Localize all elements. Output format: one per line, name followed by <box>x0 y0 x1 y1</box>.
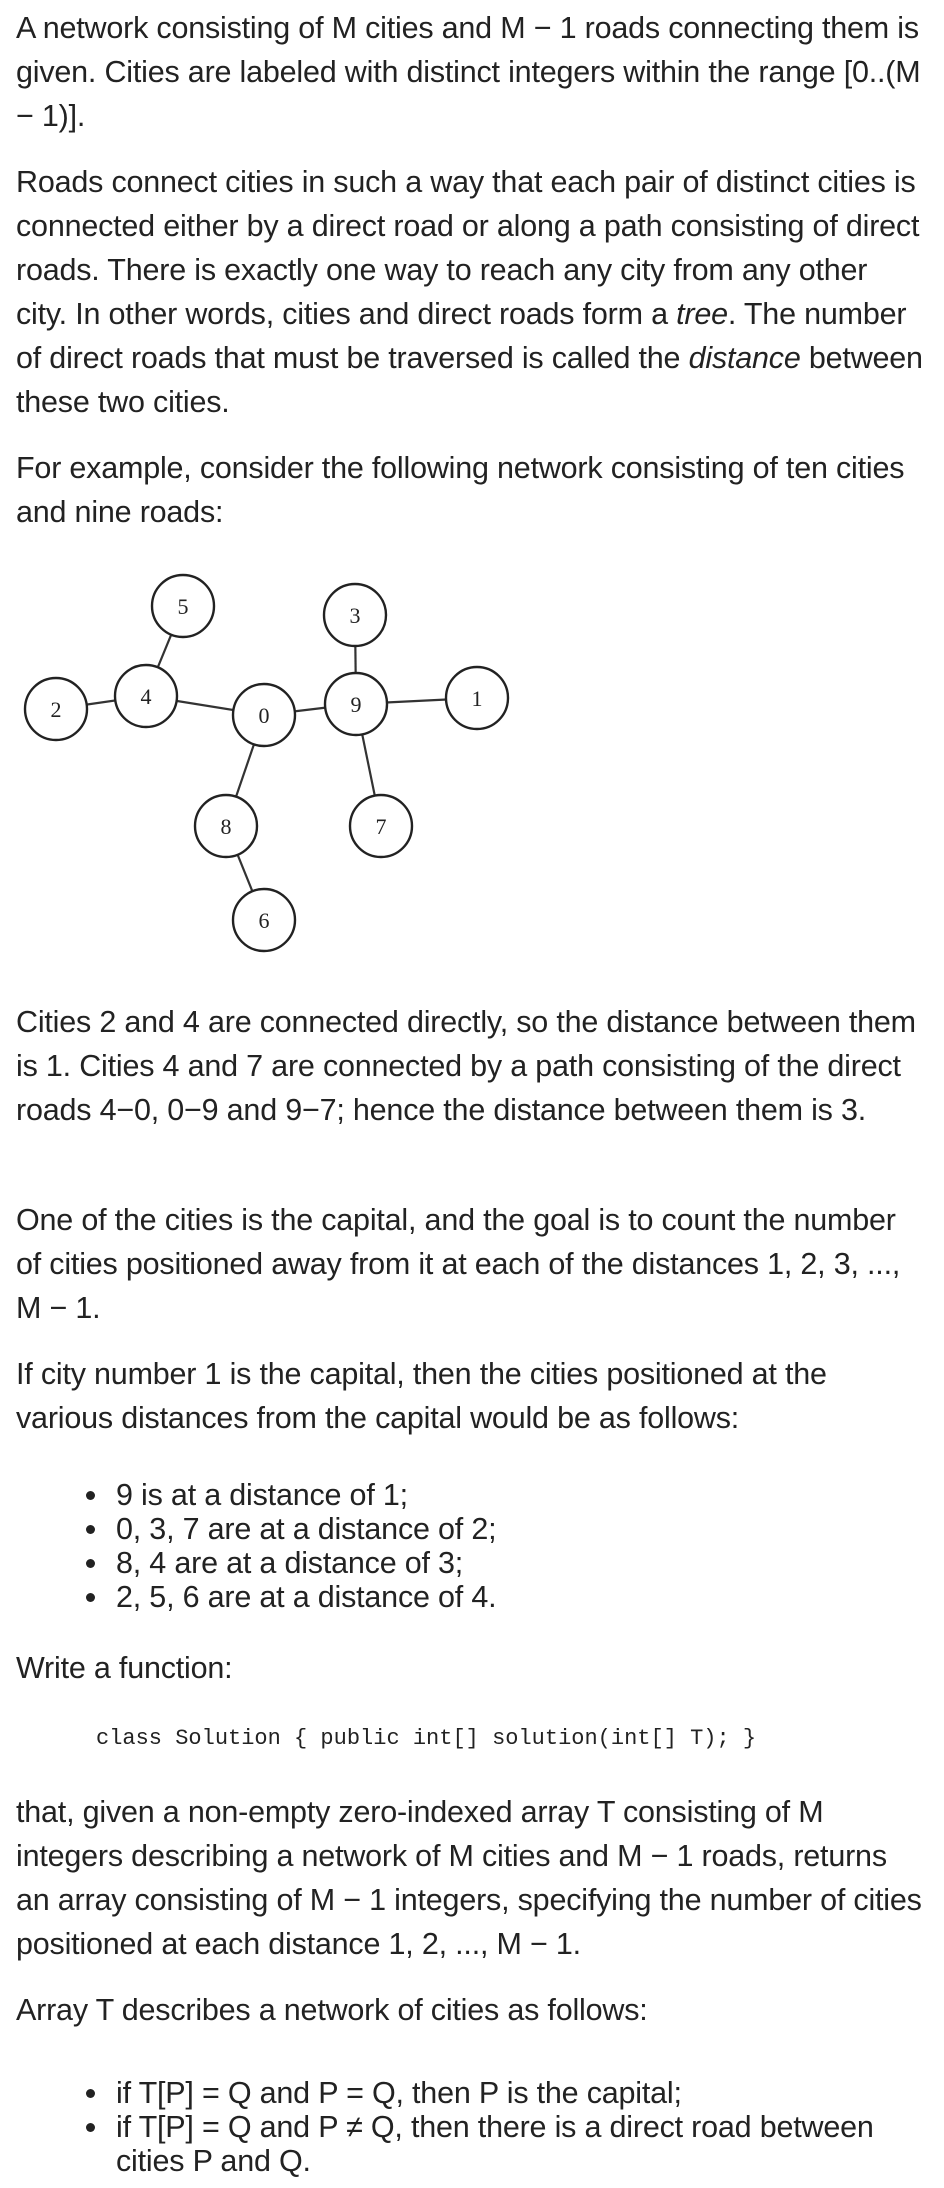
svg-text:2: 2 <box>51 697 62 722</box>
city-node-6: 6 <box>231 887 297 953</box>
svg-text:9: 9 <box>351 692 362 717</box>
list-item: 2, 5, 6 are at a distance of 4. <box>86 1580 916 1614</box>
city-node-9: 9 <box>323 671 389 737</box>
tree-edges <box>55 605 478 921</box>
term-distance: distance <box>688 341 801 375</box>
write-function-paragraph: Write a function: <box>16 1651 233 1685</box>
city-node-1: 1 <box>444 665 510 731</box>
function-signature-code: class Solution { public int[] solution(i… <box>96 1726 757 1751</box>
svg-text:5: 5 <box>178 594 189 619</box>
term-tree: tree <box>676 297 728 331</box>
city-node-8: 8 <box>193 793 259 859</box>
intro-paragraph: A network consisting of M cities and M −… <box>16 11 921 133</box>
list-item: if T[P] = Q and P = Q, then P is the cap… <box>86 2076 916 2110</box>
list-item: 0, 3, 7 are at a distance of 2; <box>86 1512 916 1546</box>
list-item: 8, 4 are at a distance of 3; <box>86 1546 916 1580</box>
array-description-paragraph: Array T describes a network of cities as… <box>16 1993 648 2027</box>
svg-text:3: 3 <box>350 603 361 628</box>
svg-text:8: 8 <box>221 814 232 839</box>
city-node-2: 2 <box>23 676 89 742</box>
svg-text:4: 4 <box>141 684 152 709</box>
problem-statement: A network consisting of M cities and M −… <box>0 0 944 2188</box>
list-item: 9 is at a distance of 1; <box>86 1478 916 1512</box>
city-node-3: 3 <box>322 582 388 648</box>
city-node-7: 7 <box>348 793 414 859</box>
svg-text:1: 1 <box>472 686 483 711</box>
function-description-paragraph: that, given a non-empty zero-indexed arr… <box>16 1795 922 1961</box>
svg-text:7: 7 <box>376 814 387 839</box>
tree-network-figure: 2 4 5 0 8 6 3 9 1 7 <box>23 573 510 953</box>
svg-text:6: 6 <box>259 908 270 933</box>
goal-paragraph: One of the cities is the capital, and th… <box>16 1203 901 1325</box>
distance-list: 9 is at a distance of 1; 0, 3, 7 are at … <box>86 1478 916 1614</box>
tree-definition-paragraph: Roads connect cities in such a way that … <box>16 160 926 424</box>
city-node-0: 0 <box>231 682 297 748</box>
distance-example-paragraph: Cities 2 and 4 are connected directly, s… <box>16 1005 916 1127</box>
city-node-5: 5 <box>150 573 216 639</box>
city-node-4: 4 <box>113 663 179 729</box>
list-item: if T[P] = Q and P ≠ Q, then there is a d… <box>86 2110 916 2178</box>
array-rules-list: if T[P] = Q and P = Q, then P is the cap… <box>86 2076 916 2178</box>
example-intro-paragraph: For example, consider the following netw… <box>16 451 905 529</box>
svg-text:0: 0 <box>259 703 270 728</box>
capital-example-paragraph: If city number 1 is the capital, then th… <box>16 1357 827 1435</box>
